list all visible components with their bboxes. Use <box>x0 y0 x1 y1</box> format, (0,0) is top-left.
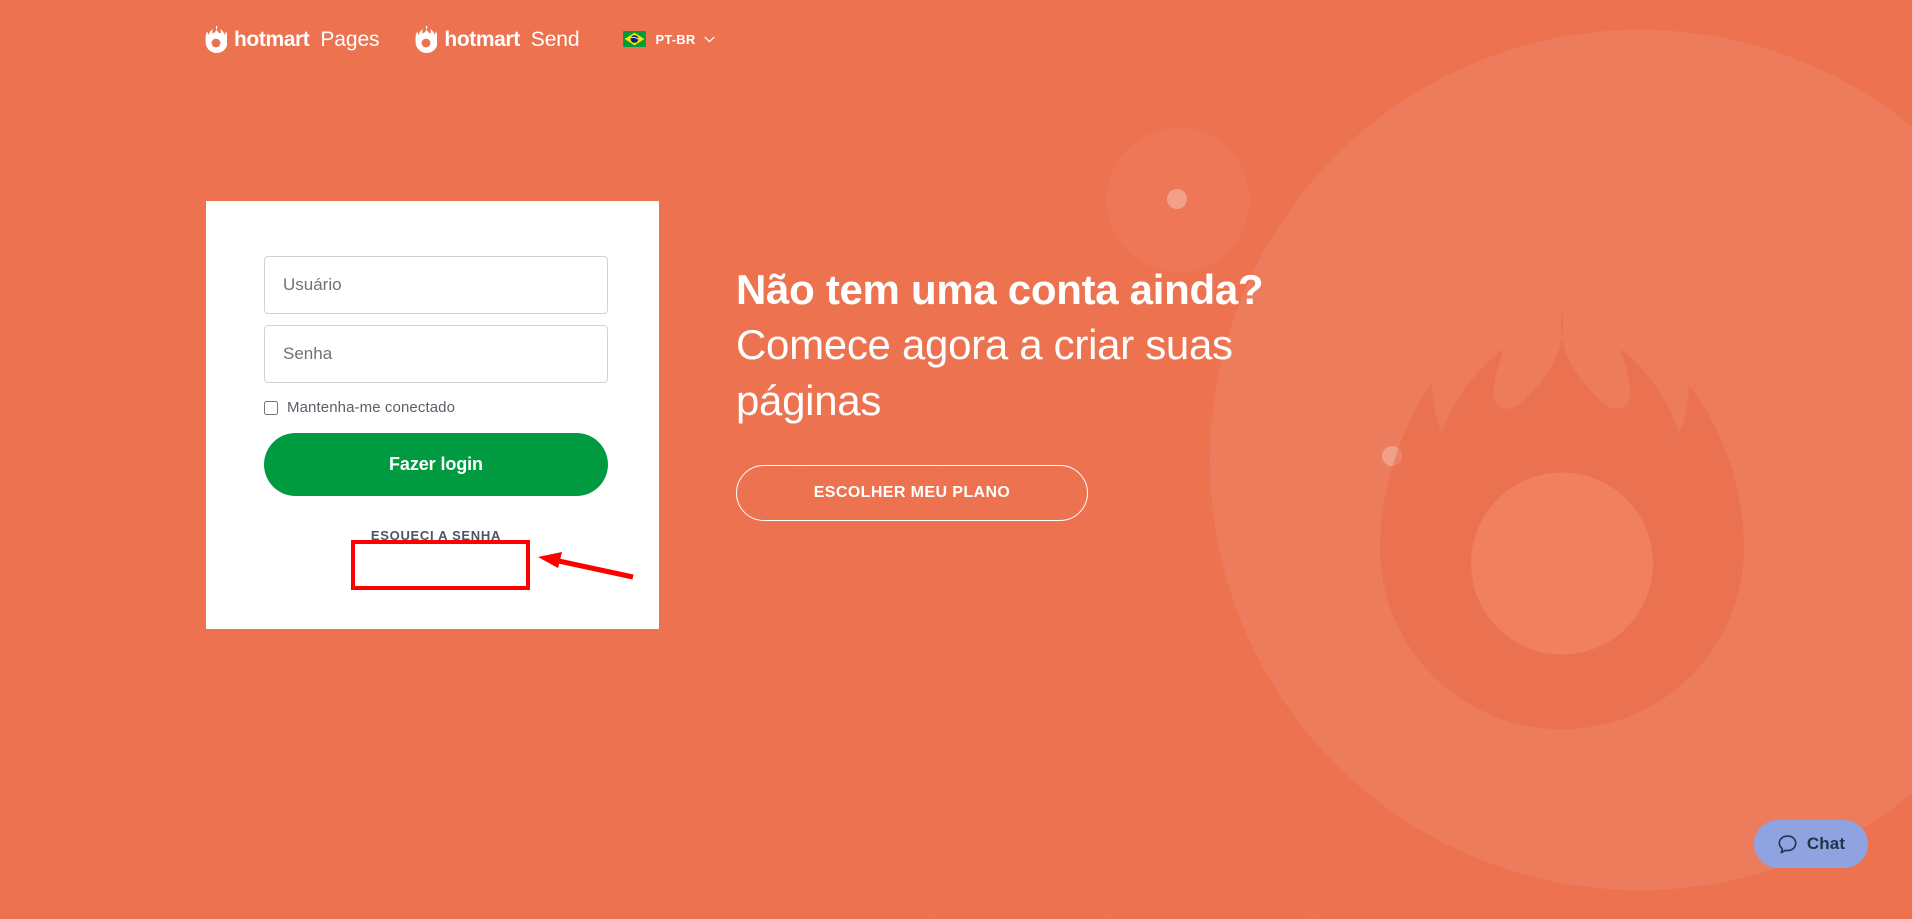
remember-me-label[interactable]: Mantenha-me conectado <box>287 399 455 416</box>
login-form: Mantenha-me conectado Fazer login ESQUEC… <box>206 201 659 560</box>
chevron-down-icon <box>704 36 715 43</box>
remember-me-row: Mantenha-me conectado <box>264 399 601 416</box>
login-button[interactable]: Fazer login <box>264 433 608 496</box>
username-input[interactable] <box>264 256 608 314</box>
language-selector[interactable]: PT-BR <box>623 31 715 47</box>
signup-hero: Não tem uma conta ainda? Comece agora a … <box>736 262 1356 522</box>
chat-widget-button[interactable]: Chat <box>1754 820 1868 868</box>
br-flag-icon <box>623 31 647 47</box>
brand-word: hotmart <box>444 27 520 51</box>
hero-subtitle: Comece agora a criar suas páginas <box>736 321 1233 424</box>
topbar: hotmart Pages hotmart Send PT-BR <box>0 0 1912 78</box>
brand-hotmart-send[interactable]: hotmart Send <box>415 25 580 53</box>
forgot-password-row: ESQUECI A SENHA <box>264 510 608 560</box>
language-label: PT-BR <box>655 31 696 47</box>
chat-bubble-icon <box>1778 834 1797 854</box>
brand-hotmart-pages[interactable]: hotmart Pages <box>205 25 380 53</box>
hero-title: Não tem uma conta ainda? <box>736 266 1264 313</box>
login-card: Mantenha-me conectado Fazer login ESQUEC… <box>206 201 659 629</box>
chat-label: Chat <box>1806 834 1846 853</box>
hotmart-flame-icon <box>205 25 227 53</box>
password-input[interactable] <box>264 325 608 383</box>
brand-word: hotmart <box>234 27 310 51</box>
remember-me-checkbox[interactable] <box>264 400 278 415</box>
brand-product-name: Send <box>530 27 580 51</box>
hotmart-flame-icon <box>415 25 438 53</box>
forgot-password-link[interactable]: ESQUECI A SENHA <box>371 528 501 543</box>
choose-plan-button[interactable]: ESCOLHER MEU PLANO <box>736 465 1088 522</box>
brand-product-name: Pages <box>320 27 380 51</box>
